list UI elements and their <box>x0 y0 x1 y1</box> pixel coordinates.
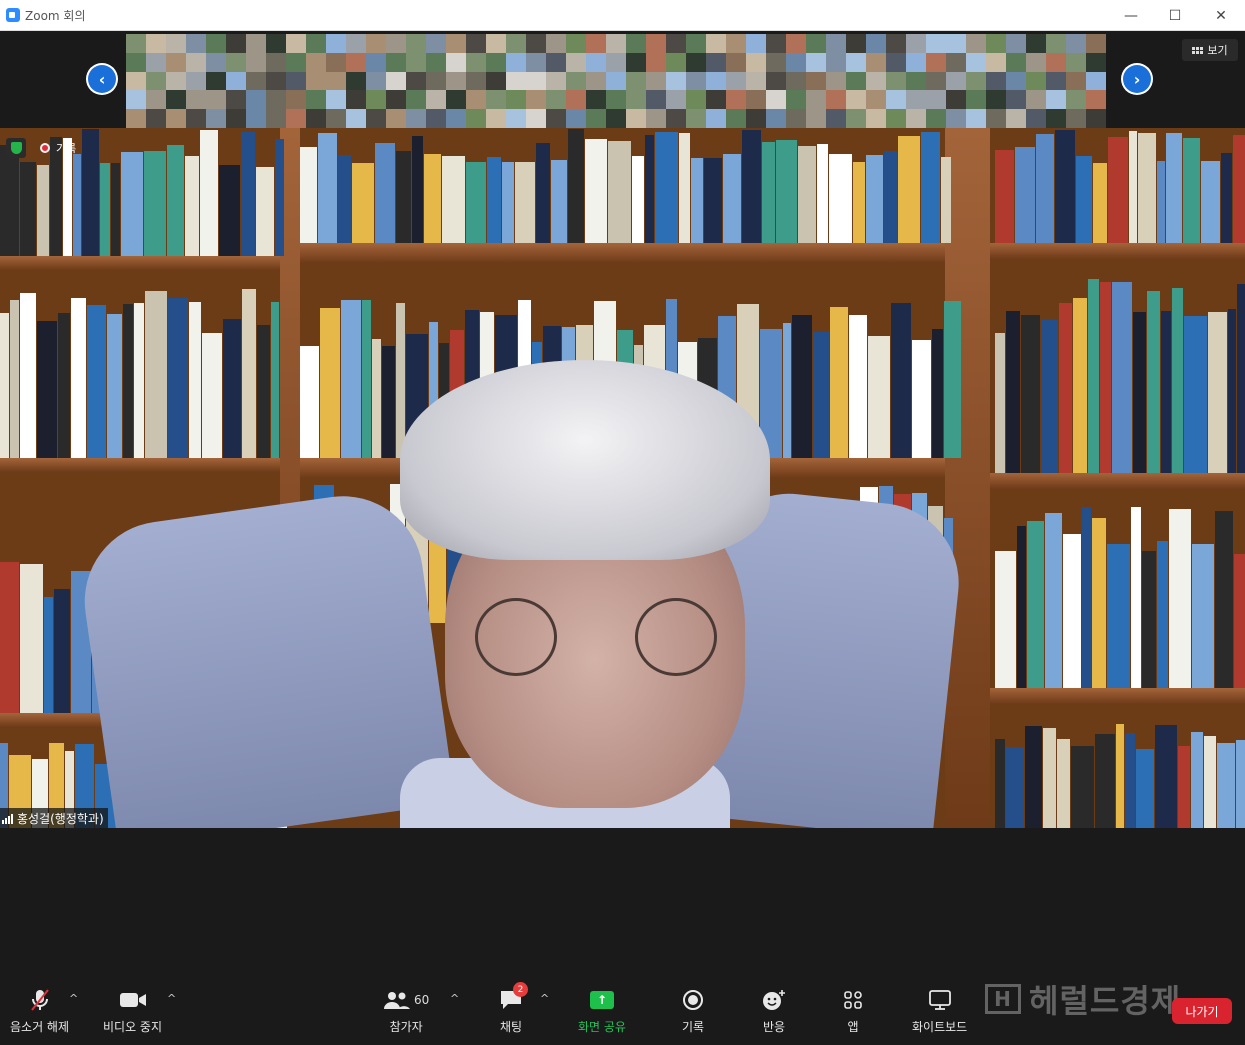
chat-label: 채팅 <box>499 1020 523 1034</box>
view-button-label: 보기 <box>1207 44 1228 57</box>
stop-video-button[interactable]: 비디오 중지 <box>103 988 162 1035</box>
window-title: Zoom 회의 <box>25 9 86 23</box>
chat-button[interactable]: 2 채팅 <box>499 982 528 1035</box>
zoom-logo-icon <box>6 8 20 22</box>
close-button[interactable]: ✕ <box>1198 0 1244 31</box>
minimize-button[interactable]: — <box>1108 0 1154 31</box>
chevron-right-icon: › <box>1123 65 1151 93</box>
unmute-button[interactable]: 음소거 해제 <box>10 988 69 1035</box>
whiteboard-button[interactable]: 화이트보드 <box>912 988 967 1035</box>
chevron-left-icon: ‹ <box>88 65 116 93</box>
share-screen-label: 화면 공유 <box>578 1020 626 1034</box>
herald-logo-icon: H <box>985 984 1021 1014</box>
participants-label: 참가자 <box>389 1020 423 1034</box>
chat-unread-badge: 2 <box>513 982 528 997</box>
glasses <box>475 598 557 676</box>
apps-label: 앱 <box>847 1020 859 1034</box>
gallery-next-button[interactable]: › <box>1121 63 1153 95</box>
view-button[interactable]: 보기 <box>1182 39 1238 61</box>
record-button[interactable]: 기록 <box>682 988 704 1035</box>
apps-icon <box>843 988 863 1012</box>
grid-view-icon <box>1192 46 1204 54</box>
share-screen-icon: ↑ <box>589 988 614 1012</box>
security-shield-icon[interactable] <box>6 138 26 158</box>
unmute-label: 음소거 해제 <box>10 1020 70 1034</box>
participant-name: 홍성걸(행정학과) <box>17 812 104 826</box>
video-options-caret-icon[interactable]: ^ <box>167 992 176 1005</box>
record-icon <box>682 988 704 1012</box>
record-label: 기록 <box>682 1020 705 1034</box>
meeting-toolbar: 음소거 해제 ^ 비디오 중지 ^ 60 참가자 ^ 2 채팅 ^ ↑ 화면 공… <box>0 970 1245 1045</box>
participants-options-caret-icon[interactable]: ^ <box>450 992 459 1005</box>
participant-gallery-strip: ‹ › 보기 <box>0 31 1245 128</box>
smiley-plus-icon <box>762 988 786 1012</box>
leave-button[interactable]: 나가기 <box>1172 998 1232 1024</box>
video-camera-icon <box>119 988 147 1012</box>
audio-options-caret-icon[interactable]: ^ <box>69 992 78 1005</box>
watermark-text: 헤럴드경제 <box>1029 982 1182 1020</box>
stop-video-label: 비디오 중지 <box>103 1020 163 1034</box>
signal-strength-icon <box>2 813 13 824</box>
muted-microphone-icon <box>28 988 52 1012</box>
participants-button[interactable]: 60 참가자 <box>383 988 429 1035</box>
herald-watermark: H 헤럴드경제 <box>985 976 1181 1022</box>
blurred-participant-thumbnails <box>126 34 1106 128</box>
active-speaker-video: 기록 홍성걸(행정학과) <box>0 128 1245 828</box>
chat-options-caret-icon[interactable]: ^ <box>540 992 549 1005</box>
recording-indicator[interactable]: 기록 <box>40 140 76 156</box>
whiteboard-icon <box>928 988 952 1012</box>
window-title-bar: Zoom 회의 — ☐ ✕ <box>0 0 1245 31</box>
reactions-label: 반응 <box>762 1020 786 1034</box>
chat-bubble-icon: 2 <box>499 982 528 1012</box>
apps-button[interactable]: 앱 <box>843 988 863 1035</box>
gallery-prev-button[interactable]: ‹ <box>86 63 118 95</box>
recording-label: 기록 <box>56 142 77 155</box>
reactions-button[interactable]: 반응 <box>762 988 786 1035</box>
share-screen-button[interactable]: ↑ 화면 공유 <box>578 988 626 1035</box>
whiteboard-label: 화이트보드 <box>912 1020 968 1034</box>
participant-name-tag: 홍성걸(행정학과) <box>0 808 108 828</box>
maximize-button[interactable]: ☐ <box>1152 0 1198 31</box>
participants-icon: 60 <box>383 988 429 1012</box>
record-dot-icon <box>40 143 50 153</box>
participants-count: 60 <box>414 993 430 1007</box>
